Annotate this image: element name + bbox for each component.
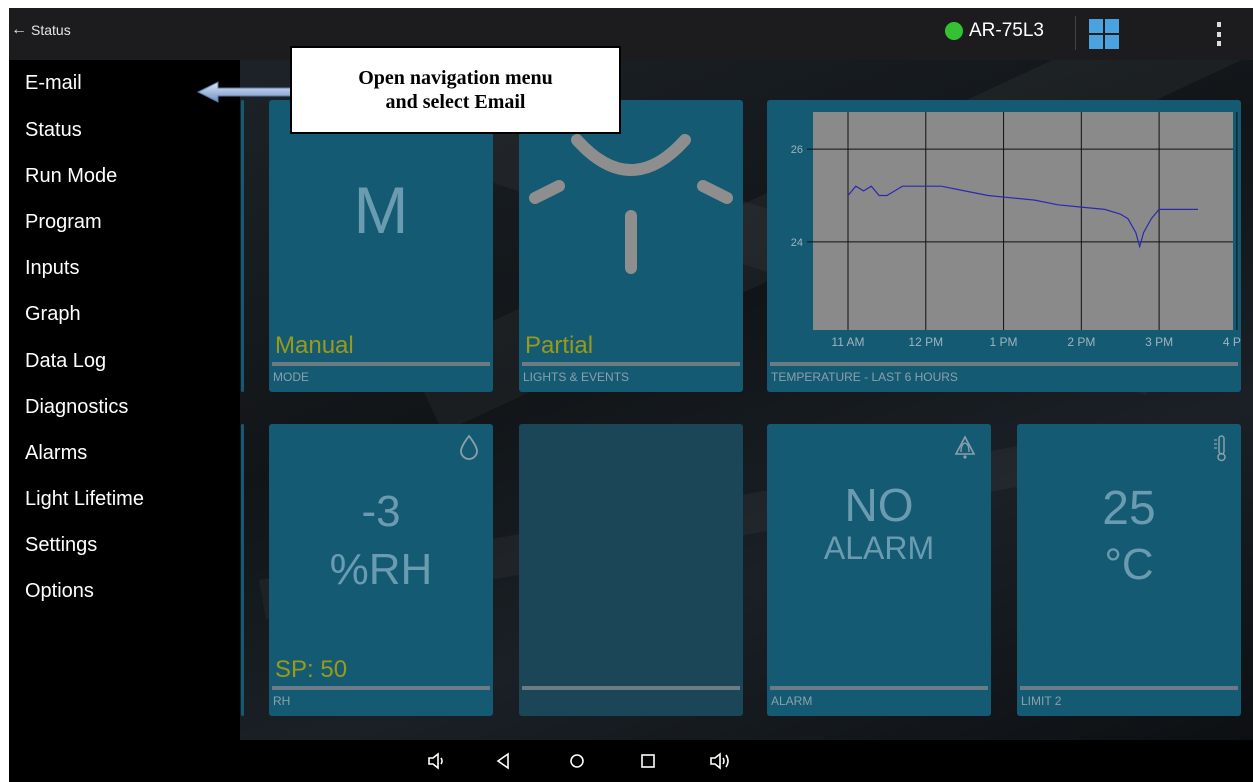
tile-bar — [272, 362, 490, 366]
tile-label: RH — [273, 694, 291, 708]
callout-line-2: and select Email — [385, 91, 526, 113]
thermometer-icon — [1214, 435, 1226, 462]
tile-view-icon[interactable] — [1089, 19, 1119, 49]
limit2-unit: °C — [1104, 540, 1154, 589]
rh-value: -3 — [361, 487, 401, 536]
temperature-chart: 11 AM 12 PM 1 PM 2 PM 3 PM 4 PM 26 24 — [791, 112, 1241, 349]
alarm-status-line1: NO — [844, 479, 914, 531]
connection-status-icon — [945, 22, 963, 40]
x-tick-label: 1 PM — [990, 335, 1018, 349]
nav-item-run-mode[interactable]: Run Mode — [25, 165, 117, 188]
mode-status: Manual — [275, 332, 354, 359]
temperature-chart-tile[interactable]: 11 AM 12 PM 1 PM 2 PM 3 PM 4 PM 26 24 TEMPERATU… — [767, 100, 1241, 392]
tile-bar — [770, 686, 988, 690]
limit2-value: 25 — [1102, 482, 1156, 535]
tile-bar — [522, 362, 740, 366]
back-icon[interactable] — [496, 752, 510, 770]
alarm-status-line2: ALARM — [823, 530, 935, 566]
top-app-bar: ← Status AR-75L3 — [9, 8, 1253, 60]
tile-bar — [1020, 686, 1238, 690]
navigation-drawer: E-mail Status Run Mode Program Inputs Gr… — [9, 60, 240, 740]
rh-unit: %RH — [329, 545, 433, 594]
nav-item-alarms[interactable]: Alarms — [25, 442, 87, 465]
back-arrow-icon: ← — [11, 21, 27, 38]
x-tick-label: 3 PM — [1145, 335, 1173, 349]
alarm-bell-icon — [954, 435, 976, 459]
x-tick-label: 12 PM — [908, 335, 943, 349]
mode-tile[interactable]: M Manual MODE — [269, 100, 493, 392]
tile-bar — [770, 362, 1238, 366]
nav-item-graph[interactable]: Graph — [25, 303, 81, 326]
tile-edge — [241, 424, 244, 716]
back-button[interactable]: ← Status — [11, 21, 71, 39]
nav-item-settings[interactable]: Settings — [25, 534, 97, 557]
x-tick-label: 4 PM — [1223, 335, 1241, 349]
lights-events-tile[interactable]: Partial LIGHTS & EVENTS — [519, 100, 743, 392]
nav-item-status[interactable]: Status — [25, 119, 82, 142]
lights-status: Partial — [525, 332, 594, 359]
instruction-callout: Open navigation menu and select Email — [290, 46, 621, 134]
android-screen: ← Status AR-75L3 M Manual MODE Partial L… — [9, 8, 1253, 782]
x-tick-label: 11 AM — [831, 335, 864, 349]
back-label: Status — [31, 22, 71, 38]
tile-bar — [272, 686, 490, 690]
tile-edge — [241, 100, 244, 392]
nav-item-diagnostics[interactable]: Diagnostics — [25, 396, 128, 419]
callout-arrow — [196, 81, 295, 103]
dashboard: M Manual MODE Partial LIGHTS & EVENTS 11… — [9, 60, 1253, 740]
volume-down-icon[interactable] — [427, 752, 447, 770]
home-icon[interactable] — [569, 753, 585, 769]
recents-icon[interactable] — [640, 753, 656, 769]
nav-item-inputs[interactable]: Inputs — [25, 257, 79, 280]
callout-line-1: Open navigation menu — [358, 67, 553, 89]
tile-label: TEMPERATURE - LAST 6 HOURS — [771, 370, 958, 384]
nav-item-program[interactable]: Program — [25, 211, 102, 234]
device-status[interactable]: AR-75L3 — [945, 20, 1044, 42]
divider — [1075, 16, 1076, 50]
tile-label: ALARM — [771, 694, 813, 708]
mode-letter: M — [353, 173, 409, 247]
overflow-menu-icon[interactable] — [1216, 22, 1222, 46]
x-tick-label: 2 PM — [1067, 335, 1095, 349]
rh-setpoint: SP: 50 — [275, 656, 348, 683]
limit2-tile[interactable]: 25 °C LIMIT 2 — [1017, 424, 1241, 716]
tile-label: MODE — [273, 370, 309, 384]
nav-item-data-log[interactable]: Data Log — [25, 350, 106, 373]
rh-tile[interactable]: -3 %RH SP: 50 RH — [269, 424, 493, 716]
tile-bar — [522, 686, 740, 690]
system-navigation-bar — [9, 740, 1253, 782]
device-name: AR-75L3 — [969, 20, 1044, 41]
nav-item-options[interactable]: Options — [25, 580, 94, 603]
empty-tile[interactable] — [519, 424, 743, 716]
tile-label: LIGHTS & EVENTS — [523, 370, 630, 384]
y-tick-label: 24 — [791, 237, 803, 249]
nav-item-email[interactable]: E-mail — [25, 72, 82, 95]
droplet-icon — [460, 434, 478, 460]
volume-up-icon[interactable] — [709, 752, 733, 770]
nav-item-light-lifetime[interactable]: Light Lifetime — [25, 488, 144, 511]
plot-area — [813, 112, 1233, 330]
tile-label: LIMIT 2 — [1021, 694, 1062, 708]
y-tick-label: 26 — [791, 144, 803, 156]
alarm-tile[interactable]: NO ALARM ALARM — [767, 424, 991, 716]
